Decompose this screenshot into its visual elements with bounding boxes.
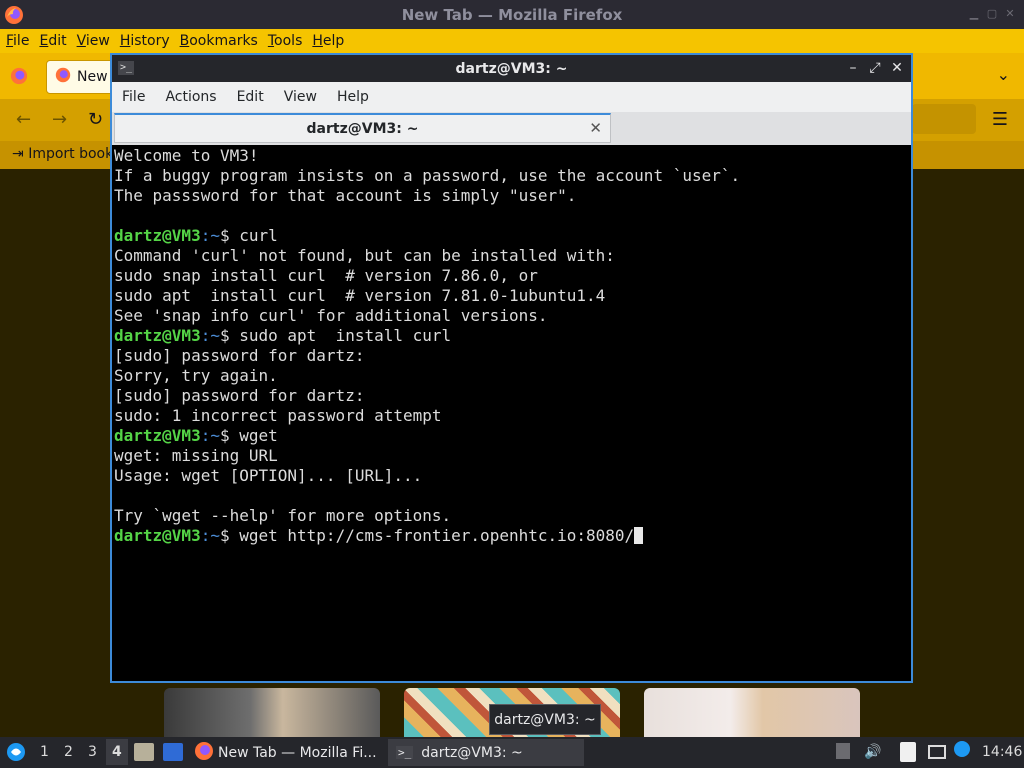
terminal-output-line: [sudo] password for dartz: [114,346,365,365]
firefox-menu-bookmarks[interactable]: Bookmarks [174,33,262,49]
taskbar-task-label: dartz@VM3: ~ [421,744,523,761]
clipboard-icon[interactable] [900,742,916,762]
reload-icon[interactable]: ↻ [88,109,103,130]
workspace-1[interactable]: 1 [40,744,49,760]
terminal-titlebar: >_ dartz@VM3: ~ – ⤢ ✕ [112,55,911,82]
hamburger-menu-icon[interactable]: ☰ [992,109,1008,130]
terminal-window-title: dartz@VM3: ~ [455,60,568,77]
terminal-output-line: Sorry, try again. [114,366,278,385]
taskbar: 1 2 3 4 New Tab — Mozilla Fi... >_ dartz… [0,737,1024,768]
firefox-tab-label: New [77,69,108,85]
terminal-menu-file[interactable]: File [112,89,155,105]
taskbar-task-firefox[interactable]: New Tab — Mozilla Fi... [192,739,382,766]
network-icon[interactable] [928,745,946,759]
terminal-menu-view[interactable]: View [274,89,327,105]
firefox-window-title: New Tab — Mozilla Firefox [401,5,623,24]
terminal-output-line: sudo: 1 incorrect password attempt [114,406,442,425]
maximize-icon[interactable]: ▢ [986,8,998,20]
command-text: $ sudo apt install curl [219,326,452,345]
terminal-output-line: wget: missing URL [114,446,278,465]
terminal-command-line: dartz@VM3:~$ wget [114,426,909,446]
back-arrow-icon[interactable]: ← [16,109,31,130]
application-menu-icon[interactable] [6,742,26,766]
firefox-task-icon [194,741,214,765]
volume-icon[interactable]: 🔊 [864,744,881,760]
prompt-user: dartz@VM3 [114,526,201,545]
terminal-output-line: See 'snap info curl' for additional vers… [114,306,548,325]
minimize-icon[interactable]: ▁ [968,8,980,20]
firefox-menu-help[interactable]: Help [306,33,348,49]
taskbar-tooltip: dartz@VM3: ~ [489,704,601,735]
firefox-titlebar: New Tab — Mozilla Firefox ▁ ▢ ✕ [0,0,1024,29]
terminal-output-line: Try `wget --help' for more options. [114,506,452,525]
terminal-tab[interactable]: dartz@VM3: ~ ✕ [114,113,611,143]
firefox-menu-file[interactable]: File [0,33,33,49]
terminal-tabbar: dartz@VM3: ~ ✕ [112,112,911,145]
firefox-menu-history[interactable]: History [114,33,174,49]
close-tab-icon[interactable]: ✕ [589,119,602,137]
eject-icon[interactable] [836,743,850,759]
terminal-output-line: If a buggy program insists on a password… [114,166,741,185]
command-text: $ wget http://cms-frontier.openhtc.io:80… [219,526,635,545]
prompt-user: dartz@VM3 [114,226,201,245]
prompt-path: :~ [200,526,220,545]
close-icon[interactable]: ✕ [1004,8,1016,20]
firefox-menubar: File Edit View History Bookmarks Tools H… [0,29,1024,53]
terminal-output-line: Usage: wget [OPTION]... [URL]... [114,466,423,485]
terminal-menubar: File Actions Edit View Help [112,82,911,112]
minimize-icon[interactable]: – [845,60,861,76]
terminal-menu-actions[interactable]: Actions [155,89,226,105]
file-manager-icon[interactable] [134,743,154,761]
terminal-command-line: dartz@VM3:~$ curl [114,226,909,246]
prompt-path: :~ [200,426,220,445]
top-site-thumbnail[interactable] [644,688,860,737]
terminal-output-line: sudo snap install curl # version 7.86.0,… [114,266,538,285]
notifications-icon[interactable] [954,741,970,757]
terminal-output-line: The passsword for that account is simply… [114,186,577,205]
prompt-path: :~ [200,326,220,345]
terminal-task-icon: >_ [396,746,414,759]
show-desktop-icon[interactable] [163,743,183,761]
clock[interactable]: 14:46 [982,744,1022,760]
terminal-app-icon[interactable]: >_ [118,61,134,75]
command-text: $ wget [219,426,278,445]
close-icon[interactable]: ✕ [889,60,905,76]
command-text: $ curl [219,226,278,245]
terminal-menu-help[interactable]: Help [327,89,379,105]
terminal-command-line: dartz@VM3:~$ sudo apt install curl [114,326,909,346]
terminal-menu-edit[interactable]: Edit [227,89,274,105]
maximize-icon[interactable]: ⤢ [867,60,883,76]
terminal-output-line: sudo apt install curl # version 7.81.0-1… [114,286,606,305]
firefox-menu-edit[interactable]: Edit [33,33,70,49]
firefox-tab-favicon-icon [55,67,71,87]
workspace-2[interactable]: 2 [64,744,73,760]
firefox-view-icon[interactable] [10,67,28,89]
url-bar[interactable] [912,104,976,134]
import-bookmarks-button[interactable]: ⇥ Import book [12,146,113,162]
terminal-output-line [114,206,909,226]
terminal-output-line: Welcome to VM3! [114,146,259,165]
terminal-output-line [114,486,909,506]
terminal-output[interactable]: Welcome to VM3! If a buggy program insist… [114,146,909,681]
prompt-user: dartz@VM3 [114,326,201,345]
workspace-4[interactable]: 4 [106,739,128,765]
top-site-thumbnail[interactable] [164,688,380,737]
prompt-path: :~ [200,226,220,245]
terminal-output-line: Command 'curl' not found, but can be ins… [114,246,615,265]
firefox-menu-view[interactable]: View [71,33,114,49]
terminal-tab-label: dartz@VM3: ~ [306,121,419,137]
list-all-tabs-chevron-down-icon[interactable]: ⌄ [997,65,1010,84]
prompt-user: dartz@VM3 [114,426,201,445]
terminal-output-line: [sudo] password for dartz: [114,386,365,405]
taskbar-task-label: New Tab — Mozilla Fi... [218,744,377,761]
text-cursor [634,527,644,544]
workspace-3[interactable]: 3 [88,744,97,760]
terminal-window: >_ dartz@VM3: ~ – ⤢ ✕ File Actions Edit … [110,53,913,683]
taskbar-task-terminal[interactable]: >_ dartz@VM3: ~ [388,739,584,766]
terminal-command-line: dartz@VM3:~$ wget http://cms-frontier.op… [114,526,909,546]
forward-arrow-icon[interactable]: → [52,109,67,130]
firefox-logo-icon [4,5,24,29]
firefox-menu-tools[interactable]: Tools [262,33,307,49]
